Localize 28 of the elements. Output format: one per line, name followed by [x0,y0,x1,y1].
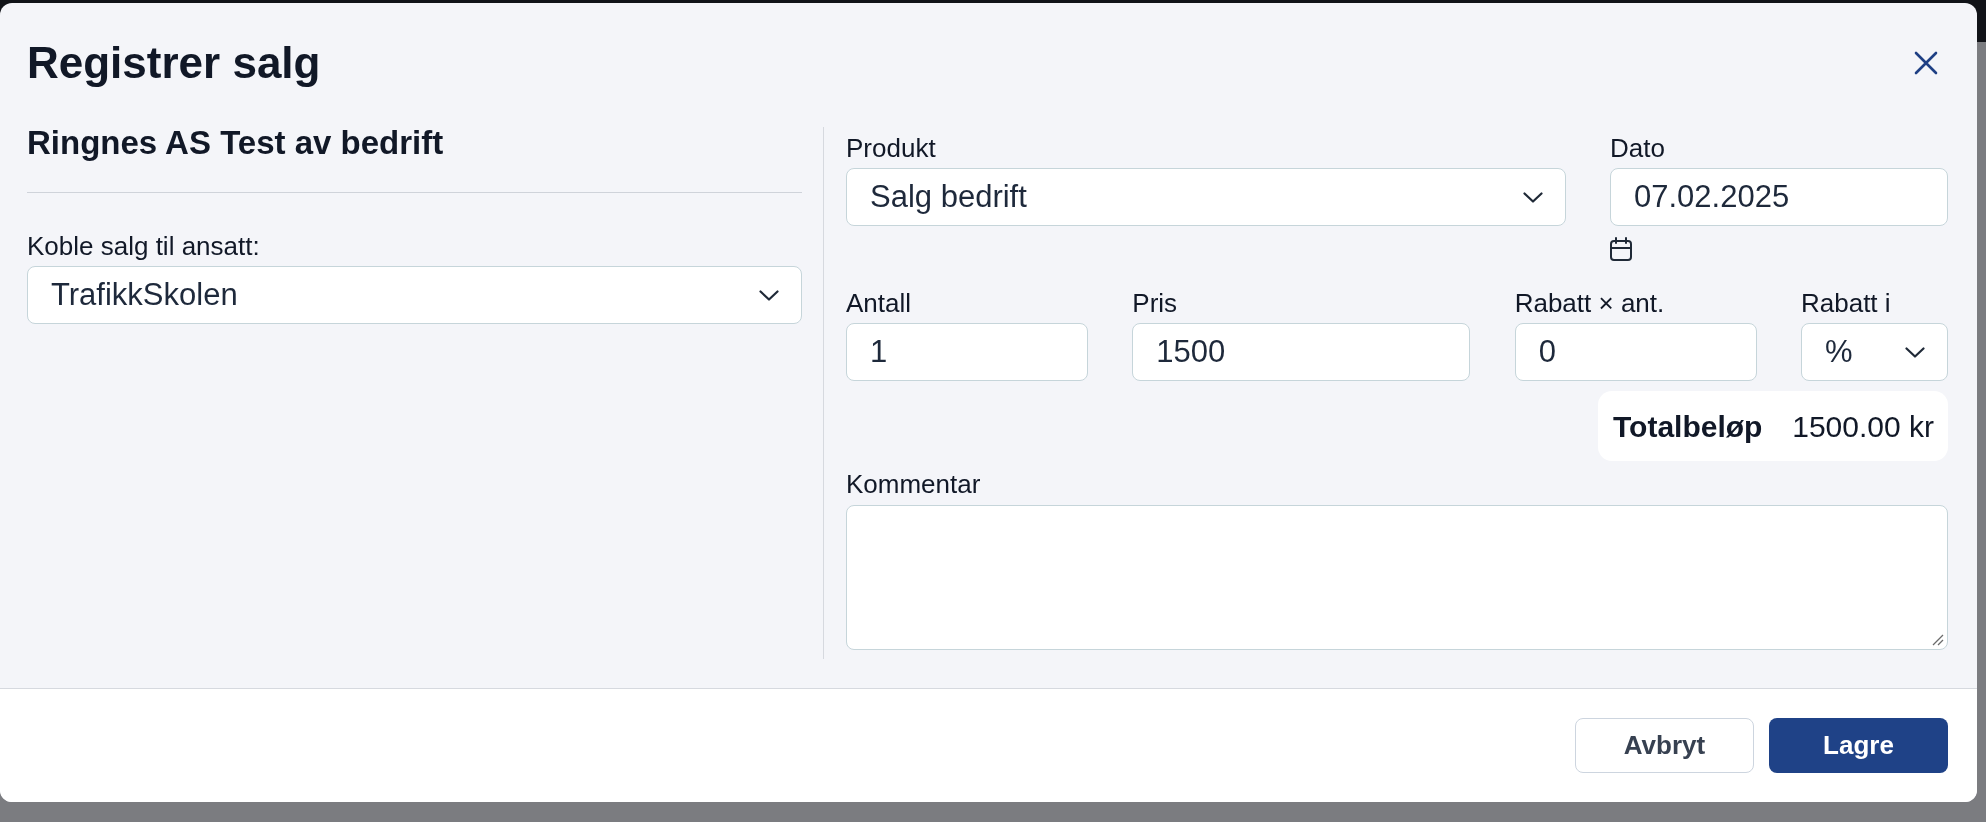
cancel-button[interactable]: Avbryt [1575,718,1754,773]
resize-handle-icon [1932,634,1944,646]
field-label: Koble salg til ansatt: [27,231,261,261]
chevron-down-icon [759,289,779,301]
total-label: Totalbeløp [1613,408,1763,445]
dialog-title: Registrer salg [27,39,321,87]
close-icon [1914,51,1938,75]
number-input[interactable]: 0 [1514,323,1757,381]
field-label: Kommentar [846,469,982,499]
save-button[interactable]: Lagre [1769,718,1948,773]
field-label: Antall [846,288,913,318]
calendar-icon[interactable] [1610,237,1632,261]
dropdown-select[interactable]: Salg bedrift [846,168,1566,226]
chevron-down-icon [1905,346,1925,358]
close-button[interactable] [1913,50,1939,76]
customer-name: Ringnes AS Test av bedrift [27,125,445,161]
total-amount: 1500.00 kr [1792,408,1934,445]
chevron-down-icon [1523,191,1543,203]
field-label: Pris [1132,288,1179,318]
number-input[interactable]: 1 [846,323,1088,381]
number-input[interactable]: 1500 [1132,323,1471,381]
field-label: Rabatt × ant. [1514,288,1666,318]
field-label: Dato [1610,133,1666,163]
dropdown-select[interactable]: % [1801,323,1948,381]
field-label: Produkt [846,133,937,163]
field-label: Rabatt i [1801,288,1892,318]
employee-select[interactable]: TrafikkSkolen [27,266,802,324]
date-input[interactable]: 07.02.2025 [1610,168,1948,226]
